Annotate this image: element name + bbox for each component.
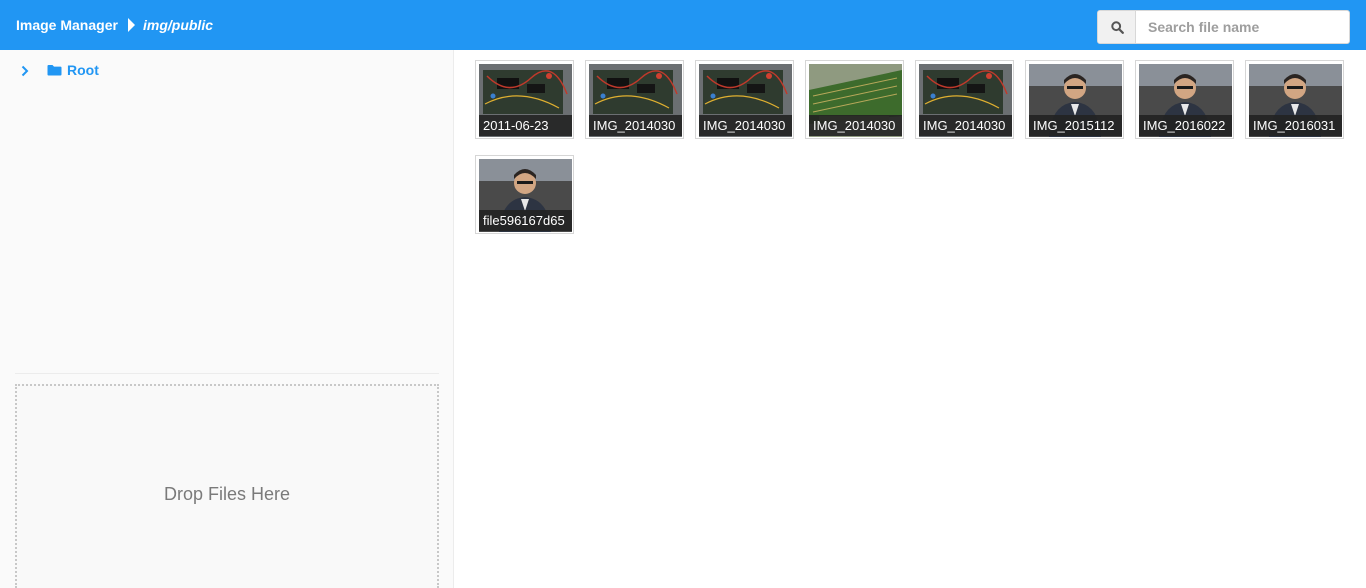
file-thumbnail[interactable]: file596167d65 — [475, 155, 574, 234]
file-thumbnail[interactable]: IMG_2015112 — [1025, 60, 1124, 139]
file-thumbnail[interactable]: IMG_2014030 — [805, 60, 904, 139]
folder-icon — [47, 65, 62, 76]
file-thumbnail[interactable]: IMG_2014030 — [695, 60, 794, 139]
breadcrumb-path[interactable]: img/public — [143, 17, 213, 33]
file-thumbnail[interactable]: IMG_2016022 — [1135, 60, 1234, 139]
file-thumbnail[interactable]: IMG_2014030 — [585, 60, 684, 139]
search-icon — [1111, 21, 1124, 34]
top-bar: Image Manager img/public — [0, 0, 1366, 50]
file-dropzone[interactable]: Drop Files Here — [15, 384, 439, 588]
file-name-caption: IMG_2014030 — [699, 115, 792, 136]
divider — [15, 373, 439, 374]
chevron-right-icon[interactable] — [20, 65, 30, 77]
file-thumbnail[interactable]: IMG_2016031 — [1245, 60, 1344, 139]
dropzone-text: Drop Files Here — [163, 484, 291, 504]
sidebar: Root Drop Files Here — [0, 50, 454, 588]
file-name-caption: file596167d65 — [479, 210, 572, 231]
file-name-caption: IMG_2014030 — [589, 115, 682, 136]
file-name-caption: IMG_2014030 — [809, 115, 902, 136]
search-button[interactable] — [1098, 11, 1136, 43]
file-thumbnail[interactable]: 2011-06-23 — [475, 60, 574, 139]
file-name-caption: IMG_2015112 — [1029, 115, 1122, 136]
file-name-caption: IMG_2016031 — [1249, 115, 1342, 136]
tree-item-label: Root — [67, 62, 99, 78]
file-name-caption: IMG_2014030 — [919, 115, 1012, 136]
breadcrumb-caret-icon — [128, 18, 135, 32]
search-box — [1097, 10, 1350, 44]
file-thumbnail[interactable]: IMG_2014030 — [915, 60, 1014, 139]
search-input[interactable] — [1136, 11, 1349, 43]
file-name-caption: 2011-06-23 — [479, 115, 572, 136]
file-name-caption: IMG_2016022 — [1139, 115, 1232, 136]
tree-item-root[interactable]: Root — [20, 61, 220, 81]
app-title: Image Manager — [16, 17, 118, 33]
